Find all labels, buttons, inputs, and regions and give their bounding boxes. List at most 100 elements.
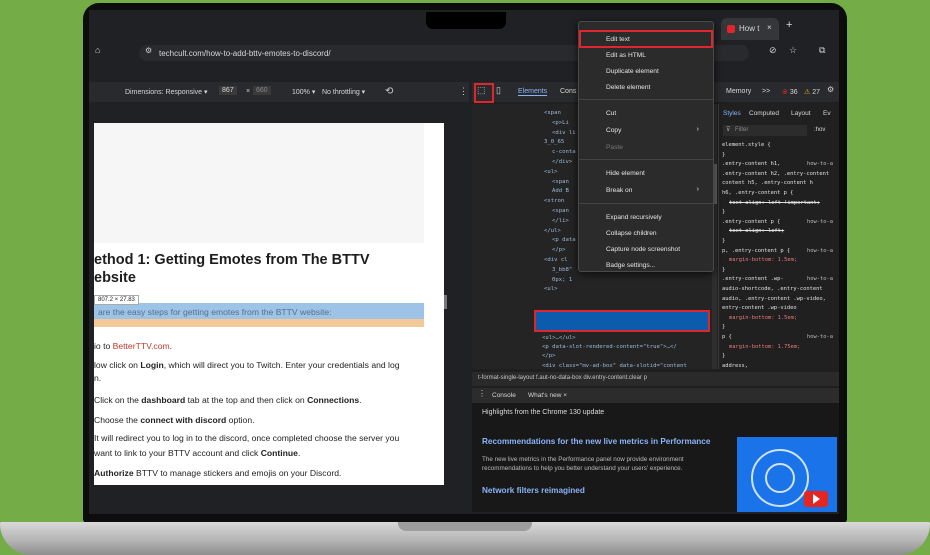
style-line[interactable]: address,: [722, 363, 748, 369]
network-filters-link[interactable]: Network filters reimagined: [482, 486, 585, 495]
style-line[interactable]: .entry-content .wp-: [722, 276, 784, 282]
dom-line[interactable]: <span: [552, 179, 569, 185]
menu-item-expand-recursively[interactable]: Expand recursively: [579, 211, 713, 225]
style-line[interactable]: .entry-content h2, .entry-content: [722, 171, 829, 177]
breadcrumb-text[interactable]: t-format-single-layout f.aut-no-data-box…: [478, 375, 647, 381]
dom-line[interactable]: <p data: [552, 237, 576, 243]
drawer-tab-console[interactable]: Console: [492, 392, 516, 399]
menu-item-collapse-children[interactable]: Collapse children: [579, 227, 713, 241]
recommendations-link[interactable]: Recommendations for the new live metrics…: [482, 437, 710, 446]
rotate-icon[interactable]: ⟲: [385, 86, 393, 97]
menu-item-capture-node-screenshot[interactable]: Capture node screenshot: [579, 243, 713, 257]
more-options-icon[interactable]: ⋮: [459, 86, 468, 97]
style-line[interactable]: audio-shortcode, .entry-content: [722, 286, 823, 292]
dom-line[interactable]: Add B: [552, 188, 569, 194]
dom-line[interactable]: <ul>: [544, 169, 557, 175]
bookmark-star-icon[interactable]: ☆: [789, 45, 797, 56]
event-tab[interactable]: Ev: [823, 110, 831, 117]
tab-elements[interactable]: Elements: [518, 88, 548, 96]
style-source-link[interactable]: how-to-a: [807, 334, 833, 340]
style-line[interactable]: text-align: left !important;: [729, 200, 820, 206]
more-tabs[interactable]: >>: [762, 88, 770, 95]
style-line[interactable]: audio, .entry-content .wp-video,: [722, 296, 826, 302]
drawer-tab-whats-new[interactable]: What's new ×: [528, 392, 567, 399]
dom-line[interactable]: </ul>: [544, 228, 561, 234]
style-line[interactable]: }: [722, 209, 725, 215]
close-tab-icon[interactable]: ×: [767, 23, 772, 32]
layout-tab[interactable]: Layout: [791, 110, 811, 117]
menu-item-break-on[interactable]: Break on ›: [579, 184, 713, 198]
drawer-menu-icon[interactable]: ⋮: [478, 389, 486, 398]
style-line[interactable]: }: [722, 238, 725, 244]
dom-line[interactable]: <div class="mv-ad-box" data-slotid="cont…: [542, 363, 687, 369]
styles-filter-input[interactable]: ⊽ Filter: [723, 125, 807, 136]
style-line[interactable]: element.style {: [722, 142, 771, 148]
video-thumbnail[interactable]: [737, 437, 837, 512]
style-line[interactable]: h6, .entry-content p {: [722, 190, 793, 196]
warning-count[interactable]: ⚠ 27: [804, 88, 820, 96]
dom-line[interactable]: </li>: [552, 218, 569, 224]
style-line[interactable]: }: [722, 324, 725, 330]
zoom-dropdown[interactable]: 100% ▾: [292, 88, 315, 96]
style-line[interactable]: }: [722, 353, 725, 359]
style-line[interactable]: entry-content .wp-video: [722, 305, 797, 311]
menu-item-delete-element[interactable]: Delete element: [579, 81, 713, 95]
dom-line[interactable]: <div li: [552, 130, 576, 136]
dom-line[interactable]: <p>Li: [552, 120, 569, 126]
dom-line[interactable]: <span: [552, 208, 569, 214]
devtools-settings-icon[interactable]: ⚙: [827, 85, 834, 94]
dom-line[interactable]: </p>: [542, 353, 555, 359]
throttle-dropdown[interactable]: No throttling ▾: [322, 88, 365, 96]
style-line[interactable]: p, .entry-content p {: [722, 248, 790, 254]
new-tab-button[interactable]: +: [786, 19, 792, 31]
computed-tab[interactable]: Computed: [749, 110, 779, 117]
style-line[interactable]: .entry-content h1,: [722, 161, 780, 167]
device-toggle-icon[interactable]: ▯: [496, 85, 501, 96]
style-line[interactable]: content h5, .entry-content h: [722, 180, 813, 186]
style-line[interactable]: .entry-content p {: [722, 219, 780, 225]
dom-line[interactable]: </div>: [552, 159, 572, 165]
dom-line[interactable]: c-conta: [552, 149, 576, 155]
dimensions-dropdown[interactable]: Dimensions: Responsive ▾: [125, 88, 208, 96]
dom-line[interactable]: <p data-slot-rendered-content="true">…</: [542, 344, 677, 350]
dom-line[interactable]: <span: [544, 110, 561, 116]
dom-line[interactable]: <stron: [544, 198, 564, 204]
tab-memory[interactable]: Memory: [726, 88, 751, 95]
menu-item-cut[interactable]: Cut: [579, 107, 713, 121]
style-source-link[interactable]: how-to-a: [807, 276, 833, 282]
width-input[interactable]: 867: [219, 86, 237, 95]
menu-item-duplicate-element[interactable]: Duplicate element: [579, 65, 713, 79]
extensions-icon[interactable]: ⧉: [819, 45, 825, 56]
style-line[interactable]: margin-bottom: 1.75em;: [729, 344, 800, 350]
dom-line[interactable]: 0px; 1: [552, 277, 572, 283]
style-line[interactable]: margin-bottom: 1.5em;: [729, 257, 797, 263]
youtube-play-icon[interactable]: [804, 491, 828, 507]
dom-line[interactable]: <ul>…</ul>: [542, 335, 576, 341]
tab-console[interactable]: Cons: [560, 88, 576, 95]
style-line[interactable]: margin-bottom: 1.5em;: [729, 315, 797, 321]
dom-line[interactable]: <div cl: [544, 257, 568, 263]
menu-item-edit-as-html[interactable]: Edit as HTML: [579, 49, 713, 63]
style-line[interactable]: }: [722, 267, 725, 273]
styles-tab[interactable]: Styles: [723, 110, 741, 117]
dom-line[interactable]: 3_0_65: [544, 139, 564, 145]
home-icon[interactable]: ⌂: [95, 45, 100, 55]
menu-item-hide-element[interactable]: Hide element: [579, 167, 713, 181]
dom-line[interactable]: 3_bb8": [552, 267, 572, 273]
style-source-link[interactable]: how-to-a: [807, 219, 833, 225]
style-line[interactable]: text-align: left;: [729, 228, 784, 234]
bettertv-link[interactable]: BetterTTV.com: [113, 341, 170, 351]
height-input[interactable]: 660: [253, 86, 271, 95]
hov-toggle[interactable]: :hov: [814, 127, 825, 133]
style-line[interactable]: }: [722, 152, 725, 158]
menu-item-badge-settings[interactable]: Badge settings...: [579, 259, 713, 273]
site-info-icon[interactable]: ⚙: [145, 46, 152, 55]
dom-line[interactable]: </p>: [552, 247, 565, 253]
dom-line[interactable]: <ul>: [544, 286, 557, 292]
error-count[interactable]: ⊗ 36: [782, 88, 798, 96]
style-source-link[interactable]: how-to-a: [807, 248, 833, 254]
resize-handle[interactable]: [444, 295, 447, 309]
menu-item-copy[interactable]: Copy ›: [579, 124, 713, 138]
style-line[interactable]: p {: [722, 334, 732, 340]
style-source-link[interactable]: how-to-a: [807, 161, 833, 167]
